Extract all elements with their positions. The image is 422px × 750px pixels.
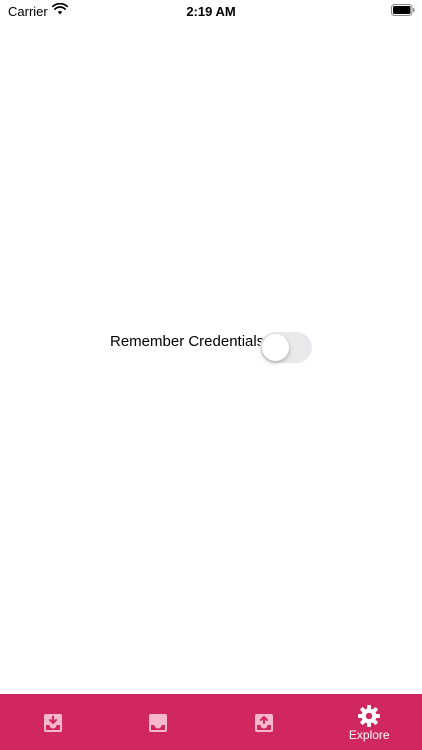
- tab-explore[interactable]: Explore: [317, 694, 422, 750]
- status-bar: Carrier 2:19 AM: [0, 0, 422, 22]
- battery-icon: [391, 4, 415, 16]
- settings-content: Remember Credentials: [0, 22, 422, 694]
- remember-credentials-toggle[interactable]: [260, 332, 312, 363]
- tab-explore-label: Explore: [348, 728, 390, 742]
- tab-upload[interactable]: [211, 694, 317, 750]
- tab-download[interactable]: [0, 694, 106, 750]
- status-time: 2:19 AM: [186, 4, 236, 19]
- remember-credentials-label: Remember Credentials: [110, 333, 265, 350]
- app-screen: Carrier 2:19 AM Remember Credentials Exp…: [0, 0, 422, 750]
- tab-inbox[interactable]: [106, 694, 212, 750]
- gear-icon: [358, 705, 381, 727]
- tab-bar: Explore: [0, 694, 422, 750]
- toggle-knob: [262, 334, 289, 361]
- tray-upload-icon: [254, 714, 273, 732]
- inbox-icon: [149, 714, 168, 732]
- tray-download-icon: [43, 714, 62, 732]
